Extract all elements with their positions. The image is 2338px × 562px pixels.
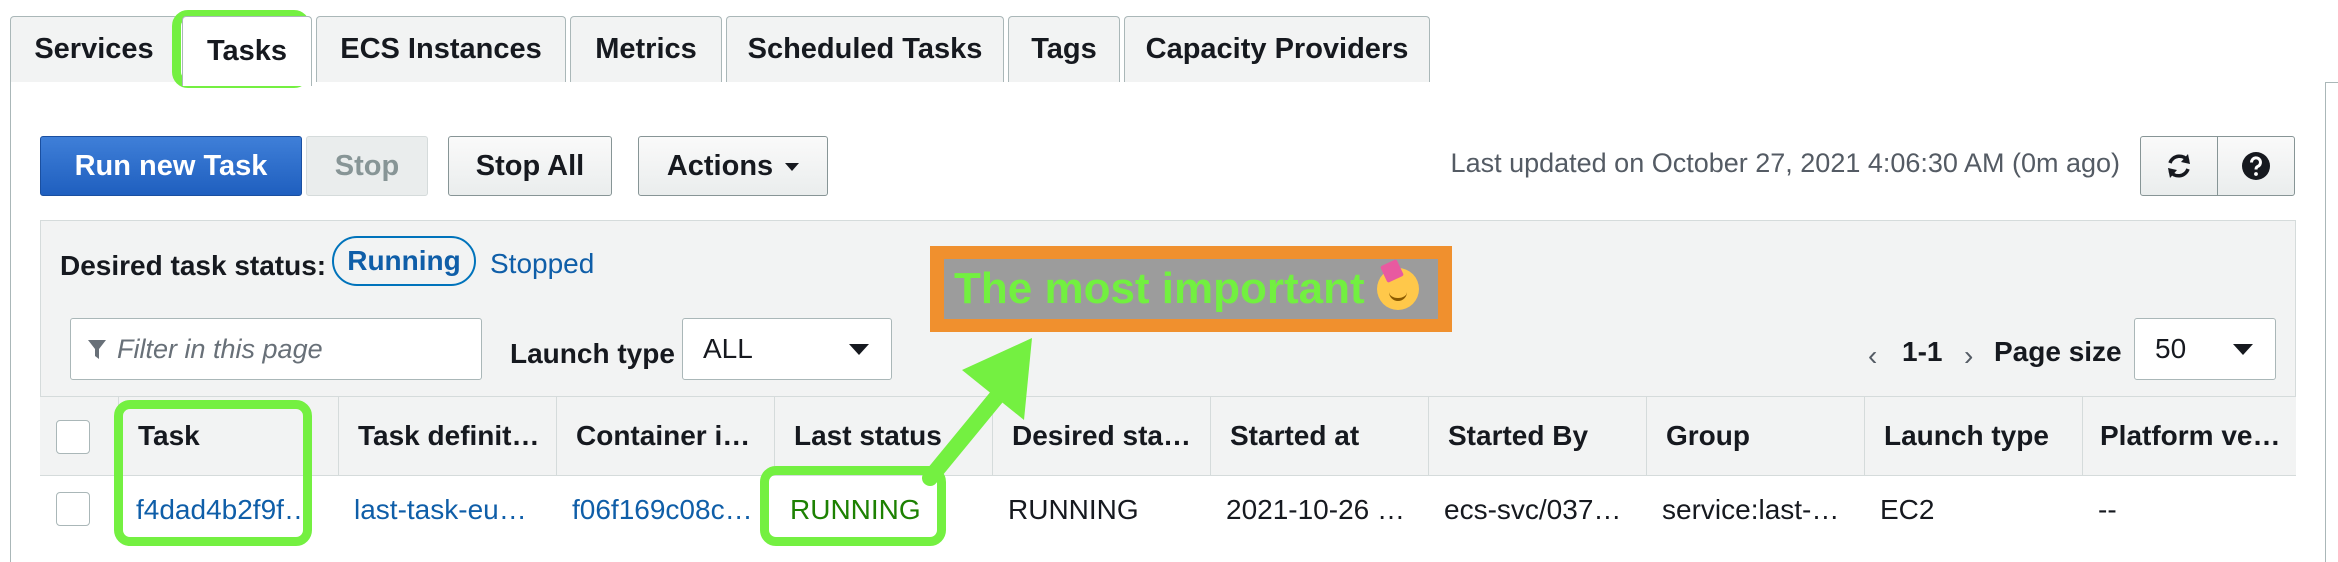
party-face-icon <box>1376 268 1419 310</box>
callout-text: The most important <box>954 264 1365 313</box>
arrow-shaft <box>922 380 1012 486</box>
annotation-callout: The most important <box>930 246 1452 332</box>
tab-tasks[interactable]: Tasks <box>182 16 312 86</box>
callout-label: The most important <box>944 259 1438 319</box>
